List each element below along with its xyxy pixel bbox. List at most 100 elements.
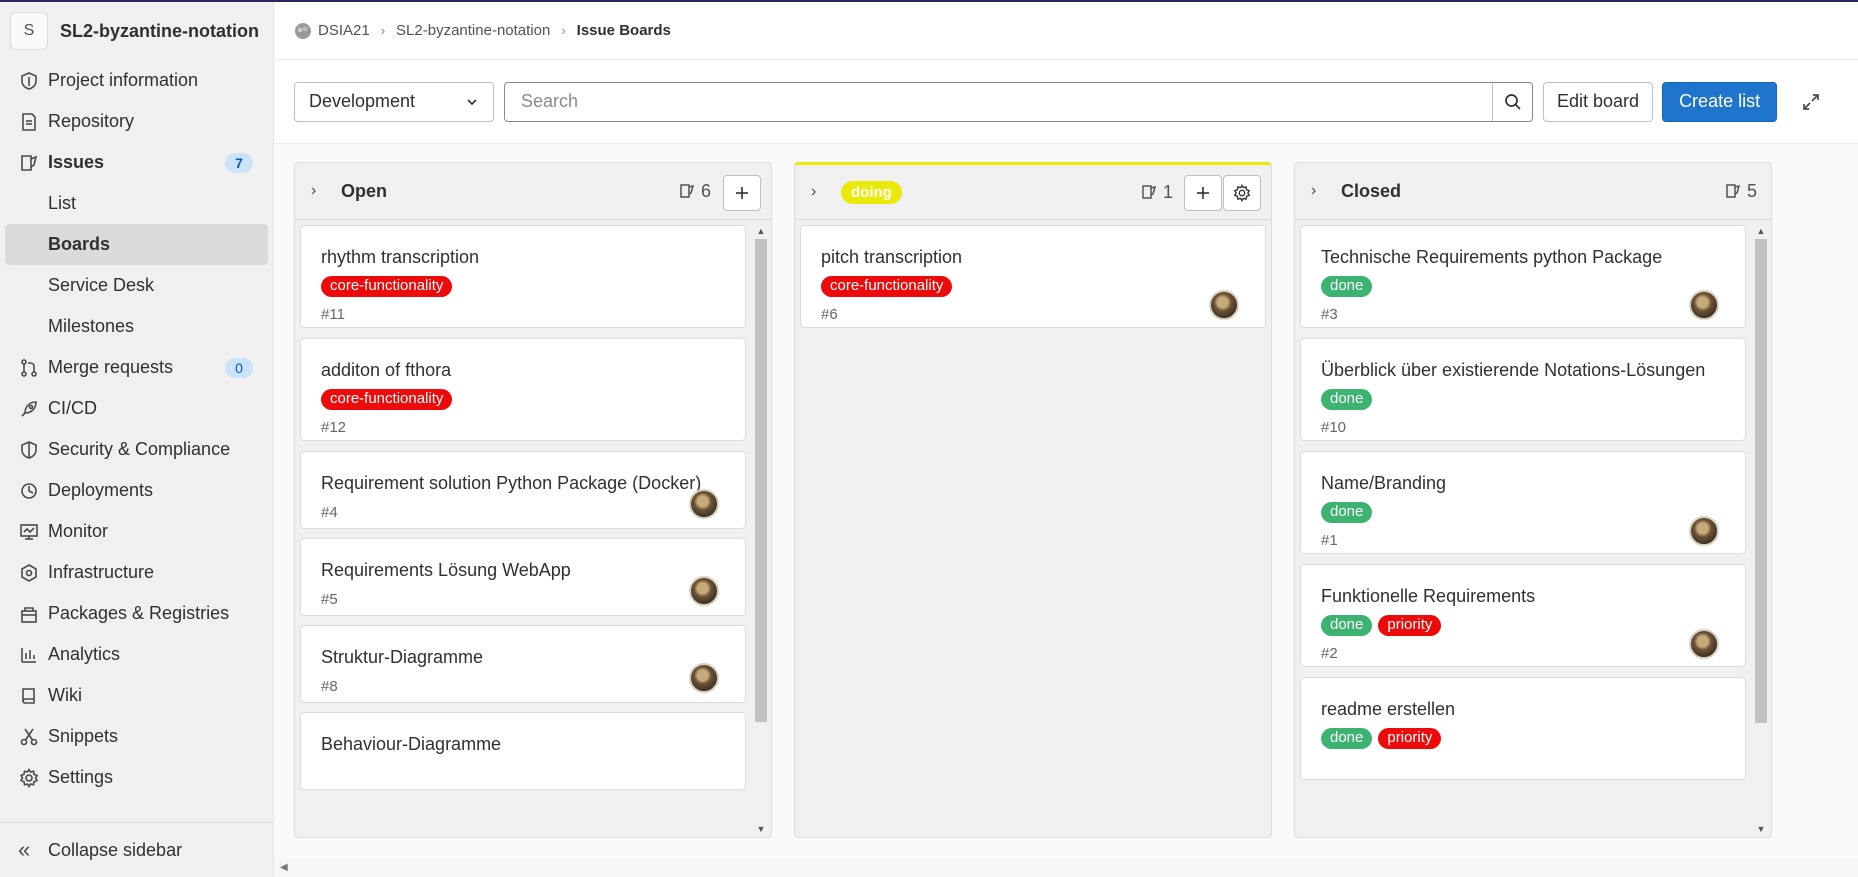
label-priority[interactable]: priority bbox=[1378, 615, 1442, 636]
scroll-thumb[interactable] bbox=[1755, 239, 1767, 723]
scroll-left-arrow-icon[interactable]: ◀ bbox=[280, 862, 288, 873]
assignee-avatar[interactable] bbox=[689, 576, 719, 606]
issue-title[interactable]: additon of fthora bbox=[321, 360, 451, 381]
list-settings-button[interactable] bbox=[1223, 175, 1261, 211]
breadcrumb-project[interactable]: SL2-byzantine-notation bbox=[396, 22, 550, 39]
issue-card[interactable]: Name/Branding done #1 bbox=[1300, 451, 1746, 554]
assignee-avatar[interactable] bbox=[1209, 290, 1239, 320]
sidebar-item-infrastructure[interactable]: Infrastructure bbox=[0, 552, 273, 593]
issue-title[interactable]: Struktur-Diagramme bbox=[321, 647, 483, 668]
scroll-thumb[interactable] bbox=[755, 239, 767, 722]
sidebar-subitem-milestones[interactable]: Milestones bbox=[0, 306, 273, 347]
label-core-functionality[interactable]: core-functionality bbox=[821, 276, 953, 297]
sidebar-item-label: Repository bbox=[48, 111, 135, 131]
label-core-functionality[interactable]: core-functionality bbox=[321, 276, 453, 297]
issue-title[interactable]: Technische Requirements python Package bbox=[1321, 247, 1662, 268]
issue-card[interactable]: Struktur-Diagramme #8 bbox=[300, 625, 746, 703]
sidebar-item-issues[interactable]: Issues 7 bbox=[0, 142, 273, 183]
edit-board-button[interactable]: Edit board bbox=[1543, 81, 1654, 122]
label-done[interactable]: done bbox=[1321, 615, 1373, 636]
expand-icon[interactable] bbox=[1799, 90, 1823, 114]
scroll-down-arrow-icon[interactable]: ▼ bbox=[1755, 823, 1767, 835]
assignee-avatar[interactable] bbox=[1689, 290, 1719, 320]
list-scrollbar[interactable]: ▲ ▼ bbox=[754, 225, 768, 835]
issue-title[interactable]: rhythm transcription bbox=[321, 247, 479, 268]
issue-title[interactable]: readme erstellen bbox=[1321, 699, 1455, 720]
sidebar-item-repository[interactable]: Repository bbox=[0, 101, 273, 142]
label-done[interactable]: done bbox=[1321, 728, 1373, 749]
issue-title[interactable]: Requirement solution Python Package (Doc… bbox=[321, 473, 701, 494]
breadcrumb: DSIA21 › SL2-byzantine-notation › Issue … bbox=[274, 2, 1858, 60]
sidebar-item-merge-requests[interactable]: Merge requests 0 bbox=[0, 347, 273, 388]
issue-title[interactable]: Behaviour-Diagramme bbox=[321, 734, 501, 755]
sidebar-item-deployments[interactable]: Deployments bbox=[0, 470, 273, 511]
chevron-right-icon[interactable]: › bbox=[311, 182, 327, 200]
sidebar-item-wiki[interactable]: Wiki bbox=[0, 675, 273, 716]
sidebar-subitem-boards[interactable]: Boards bbox=[5, 224, 268, 265]
issue-title[interactable]: Requirements Lösung WebApp bbox=[321, 560, 571, 581]
board-selector-dropdown[interactable]: Development bbox=[294, 81, 494, 122]
issue-card[interactable]: Requirements Lösung WebApp #5 bbox=[300, 538, 746, 616]
shield-icon bbox=[18, 439, 40, 461]
gear-icon bbox=[18, 767, 40, 789]
label-priority[interactable]: priority bbox=[1378, 728, 1442, 749]
scroll-down-arrow-icon[interactable]: ▼ bbox=[755, 823, 767, 835]
assignee-avatar[interactable] bbox=[1689, 516, 1719, 546]
collapse-sidebar-button[interactable]: « Collapse sidebar bbox=[0, 822, 273, 877]
sidebar-item-security-compliance[interactable]: Security & Compliance bbox=[0, 429, 273, 470]
sidebar-item-snippets[interactable]: Snippets bbox=[0, 716, 273, 757]
breadcrumb-current[interactable]: Issue Boards bbox=[577, 22, 671, 39]
label-done[interactable]: done bbox=[1321, 276, 1373, 297]
list-scrollbar[interactable]: ▲ ▼ bbox=[1754, 225, 1768, 835]
issue-card[interactable]: pitch transcription core-functionality #… bbox=[800, 225, 1266, 328]
project-header[interactable]: S SL2-byzantine-notation bbox=[0, 2, 273, 60]
new-issue-button[interactable] bbox=[723, 175, 761, 211]
list-label-doing[interactable]: doing bbox=[841, 180, 902, 204]
sidebar-item-settings[interactable]: Settings bbox=[0, 757, 273, 798]
search-input[interactable] bbox=[505, 82, 1492, 121]
scroll-up-arrow-icon[interactable]: ▲ bbox=[1755, 225, 1767, 237]
issue-card[interactable]: Requirement solution Python Package (Doc… bbox=[300, 451, 746, 529]
issue-title[interactable]: pitch transcription bbox=[821, 247, 962, 268]
chevron-right-icon: › bbox=[380, 23, 386, 38]
issue-number: #6 bbox=[821, 306, 838, 323]
chevron-right-icon[interactable]: › bbox=[1311, 182, 1327, 200]
issue-card[interactable]: Funktionelle Requirements done priority … bbox=[1300, 564, 1746, 667]
issue-title[interactable]: Überblick über existierende Notations-Lö… bbox=[1321, 360, 1705, 381]
issue-card[interactable]: rhythm transcription core-functionality … bbox=[300, 225, 746, 328]
new-issue-button[interactable] bbox=[1184, 175, 1222, 211]
sidebar-item-analytics[interactable]: Analytics bbox=[0, 634, 273, 675]
sidebar-item-ci-cd[interactable]: CI/CD bbox=[0, 388, 273, 429]
chevron-right-icon[interactable]: › bbox=[811, 183, 827, 201]
assignee-avatar[interactable] bbox=[689, 663, 719, 693]
label-core-functionality[interactable]: core-functionality bbox=[321, 389, 453, 410]
issue-card[interactable]: Technische Requirements python Package d… bbox=[1300, 225, 1746, 328]
assignee-avatar[interactable] bbox=[1689, 629, 1719, 659]
issue-title[interactable]: Funktionelle Requirements bbox=[1321, 586, 1535, 607]
breadcrumb-group[interactable]: DSIA21 bbox=[318, 22, 370, 39]
sidebar-subitem-list[interactable]: List bbox=[0, 183, 273, 224]
sidebar-item-project-information[interactable]: Project information bbox=[0, 60, 273, 101]
issue-title[interactable]: Name/Branding bbox=[1321, 473, 1446, 494]
issue-number: #2 bbox=[1321, 645, 1338, 662]
issue-card[interactable]: additon of fthora core-functionality #12 bbox=[300, 338, 746, 441]
assignee-avatar[interactable] bbox=[689, 489, 719, 519]
sidebar-subitem-service-desk[interactable]: Service Desk bbox=[0, 265, 273, 306]
label-done[interactable]: done bbox=[1321, 502, 1373, 523]
issue-labels: done bbox=[1321, 276, 1373, 297]
card-list: pitch transcription core-functionality #… bbox=[800, 225, 1266, 837]
sidebar-item-label: Project information bbox=[48, 70, 199, 90]
issue-card[interactable]: Behaviour-Diagramme bbox=[300, 712, 746, 790]
project-name[interactable]: SL2-byzantine-notation bbox=[60, 21, 259, 42]
search-button[interactable] bbox=[1492, 82, 1532, 121]
issue-card[interactable]: Überblick über existierende Notations-Lö… bbox=[1300, 338, 1746, 441]
horizontal-scrollbar[interactable]: ◀ bbox=[274, 859, 1858, 877]
create-list-button[interactable]: Create list bbox=[1662, 81, 1778, 122]
label-done[interactable]: done bbox=[1321, 389, 1373, 410]
scroll-up-arrow-icon[interactable]: ▲ bbox=[755, 225, 767, 237]
project-avatar[interactable]: S bbox=[10, 12, 48, 50]
sidebar-item-monitor[interactable]: Monitor bbox=[0, 511, 273, 552]
issue-number: #11 bbox=[321, 306, 345, 323]
sidebar-item-packages-registries[interactable]: Packages & Registries bbox=[0, 593, 273, 634]
issue-card[interactable]: readme erstellen done priority bbox=[1300, 677, 1746, 780]
